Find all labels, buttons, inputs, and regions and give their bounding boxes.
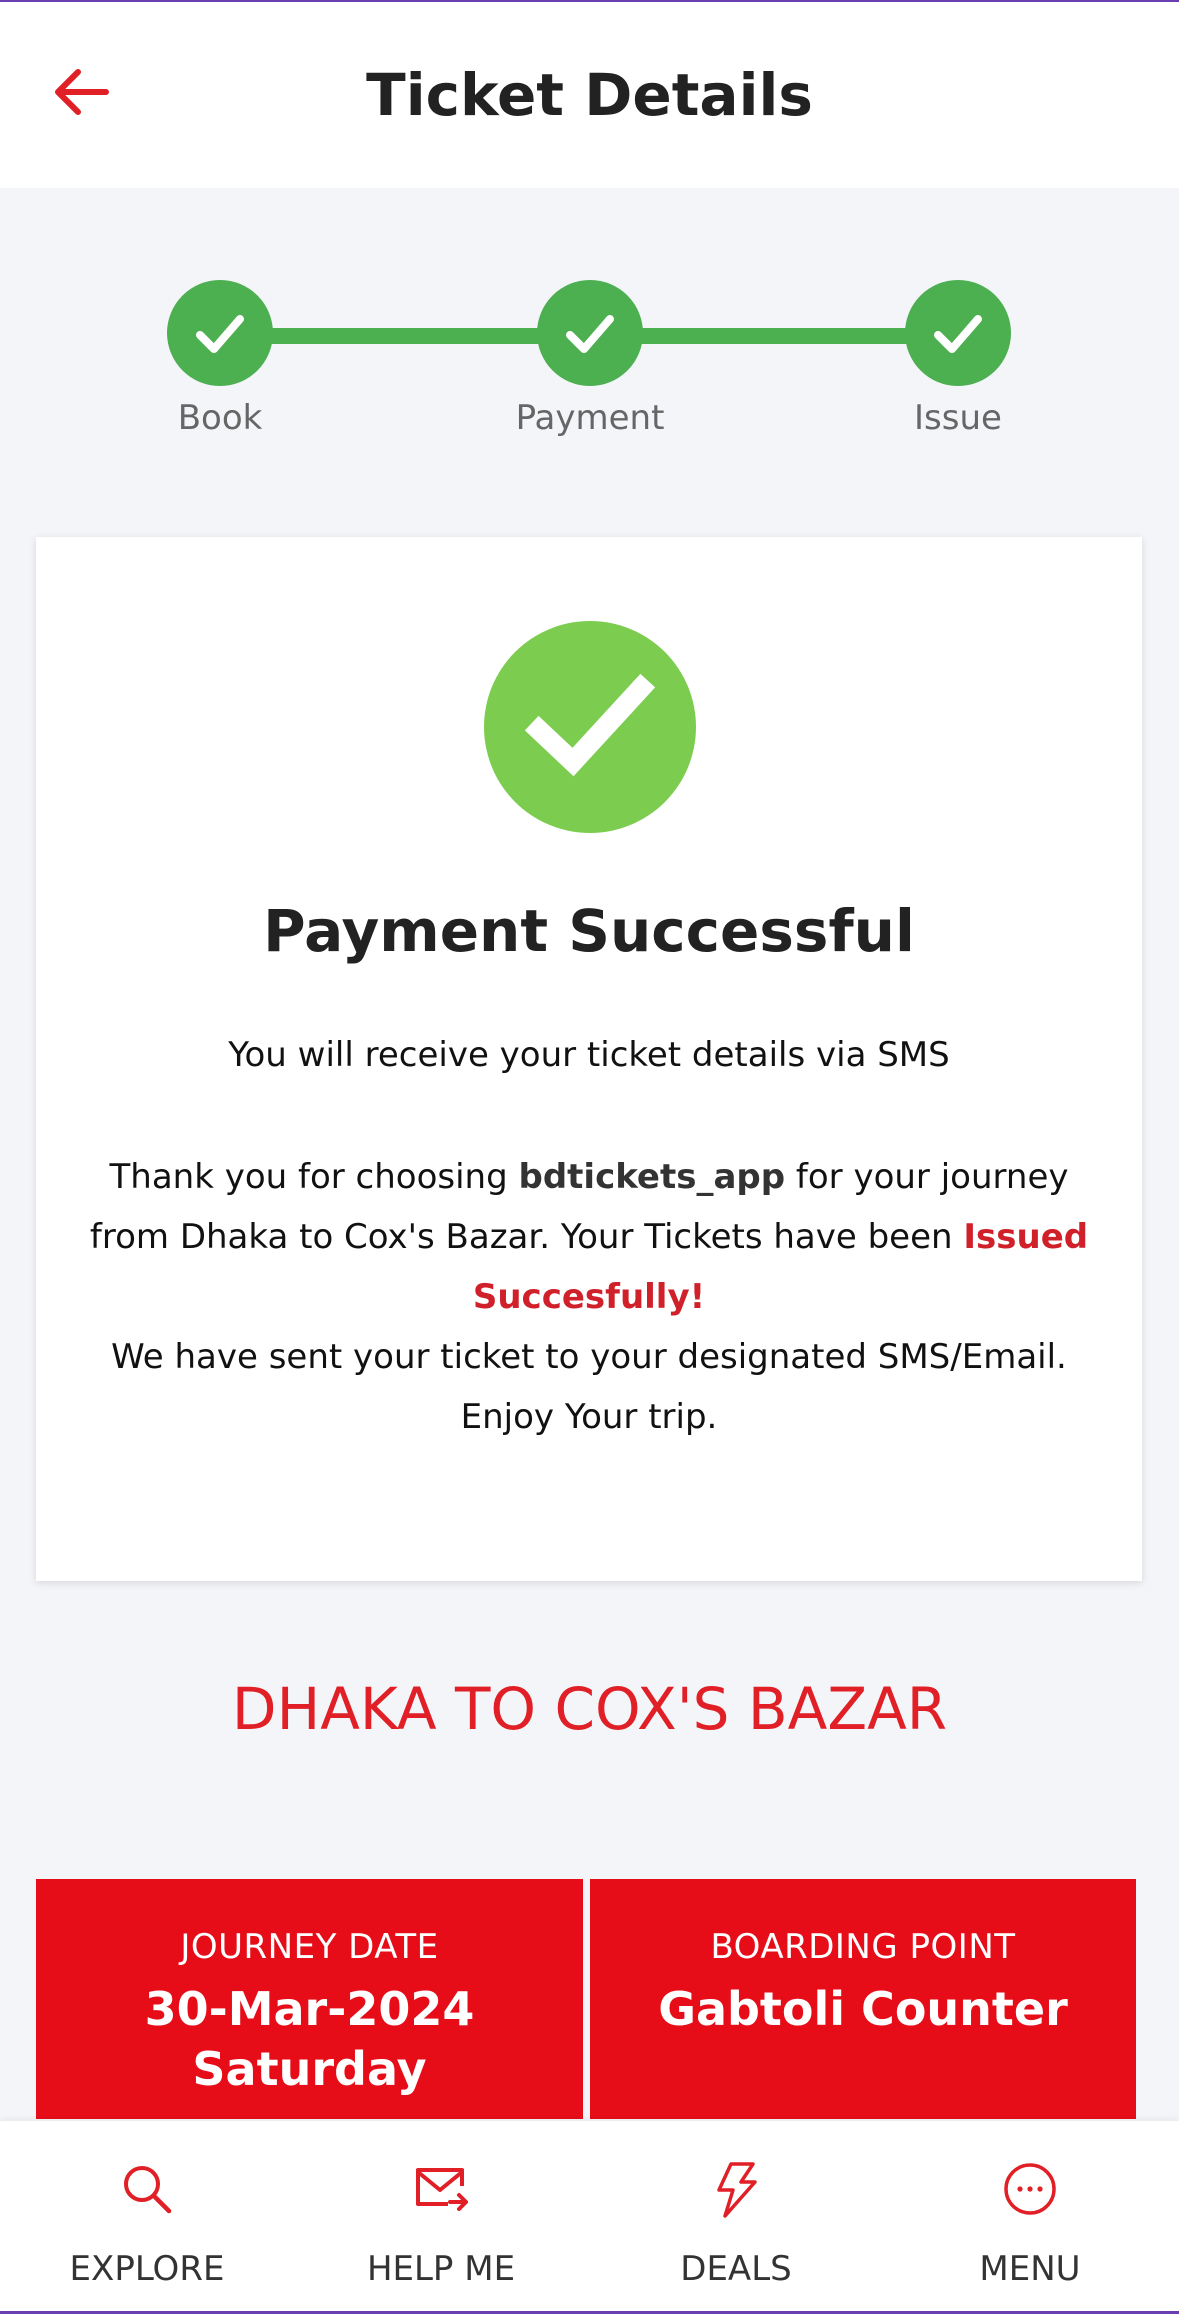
step-connector <box>220 328 590 344</box>
success-title: Payment Successful <box>263 897 915 965</box>
check-icon <box>196 315 244 353</box>
nav-help-me[interactable]: HELP ME <box>294 2121 588 2311</box>
sent-note: We have sent your ticket to your designa… <box>111 1337 1067 1377</box>
route-heading: DHAKA TO COX'S BAZAR <box>231 1675 948 1743</box>
step-book-indicator <box>167 280 273 386</box>
route-sentence: from Dhaka to Cox's Bazar. Your Tickets … <box>89 1217 964 1257</box>
nav-deals-label: DEALS <box>680 2249 792 2289</box>
step-issue-indicator <box>905 280 1011 386</box>
nav-explore[interactable]: EXPLORE <box>0 2121 294 2311</box>
journey-date: 30-Mar-2024 <box>144 1982 475 2036</box>
step-connector <box>590 328 958 344</box>
app-name: bdtickets_app <box>518 1157 786 1197</box>
mail-forward-icon <box>411 2159 471 2219</box>
success-word-line: Succesfully! <box>76 1267 1102 1327</box>
journey-day: Saturday <box>192 2042 427 2096</box>
progress-stepper: Book Payment Issue <box>0 278 1179 448</box>
nav-menu-label: MENU <box>979 2249 1081 2289</box>
step-label-book: Book <box>177 398 263 438</box>
thank-prefix: Thank you for choosing <box>109 1157 519 1197</box>
search-icon <box>117 2159 177 2219</box>
check-mark <box>525 673 655 777</box>
thank-middle: for your journey <box>785 1157 1069 1197</box>
step-payment-indicator <box>537 280 643 386</box>
payment-success-card: Payment Successful You will receive your… <box>36 537 1142 1581</box>
arrow-left-icon <box>55 69 109 115</box>
back-button[interactable] <box>40 52 120 132</box>
boarding-point-label: BOARDING POINT <box>710 1927 1016 1967</box>
page-title: Ticket Details <box>366 61 813 129</box>
check-icon <box>934 315 982 353</box>
journey-date-value: 30-Mar-2024 Saturday <box>36 1979 583 2099</box>
more-circle-icon <box>1000 2159 1060 2219</box>
enjoy-note: Enjoy Your trip. <box>460 1397 718 1437</box>
nav-menu[interactable]: MENU <box>883 2121 1177 2311</box>
boarding-point-box: BOARDING POINT Gabtoli Counter <box>590 1879 1136 2119</box>
journey-date-label: JOURNEY DATE <box>180 1927 439 1967</box>
nav-help-me-label: HELP ME <box>366 2249 516 2289</box>
success-word: Succesfully! <box>472 1277 706 1317</box>
boarding-point-value: Gabtoli Counter <box>658 1982 1068 2036</box>
step-label-payment: Payment <box>515 398 665 438</box>
step-label-issue: Issue <box>914 398 1002 438</box>
thank-you-line: Thank you for choosing bdtickets_app for… <box>76 1147 1102 1207</box>
lightning-icon <box>706 2159 766 2219</box>
app-header: Ticket Details <box>0 2 1179 188</box>
check-icon <box>566 315 614 353</box>
check-circle-icon <box>484 621 696 833</box>
issued-word: Issued <box>963 1217 1089 1257</box>
sms-note: You will receive your ticket details via… <box>228 1035 950 1075</box>
route-sentence-line: from Dhaka to Cox's Bazar. Your Tickets … <box>76 1207 1102 1267</box>
nav-explore-label: EXPLORE <box>69 2249 225 2289</box>
nav-deals[interactable]: DEALS <box>589 2121 883 2311</box>
journey-date-box: JOURNEY DATE 30-Mar-2024 Saturday <box>36 1879 583 2119</box>
bottom-navigation: EXPLORE HELP ME DEALS MENU <box>0 2121 1179 2311</box>
